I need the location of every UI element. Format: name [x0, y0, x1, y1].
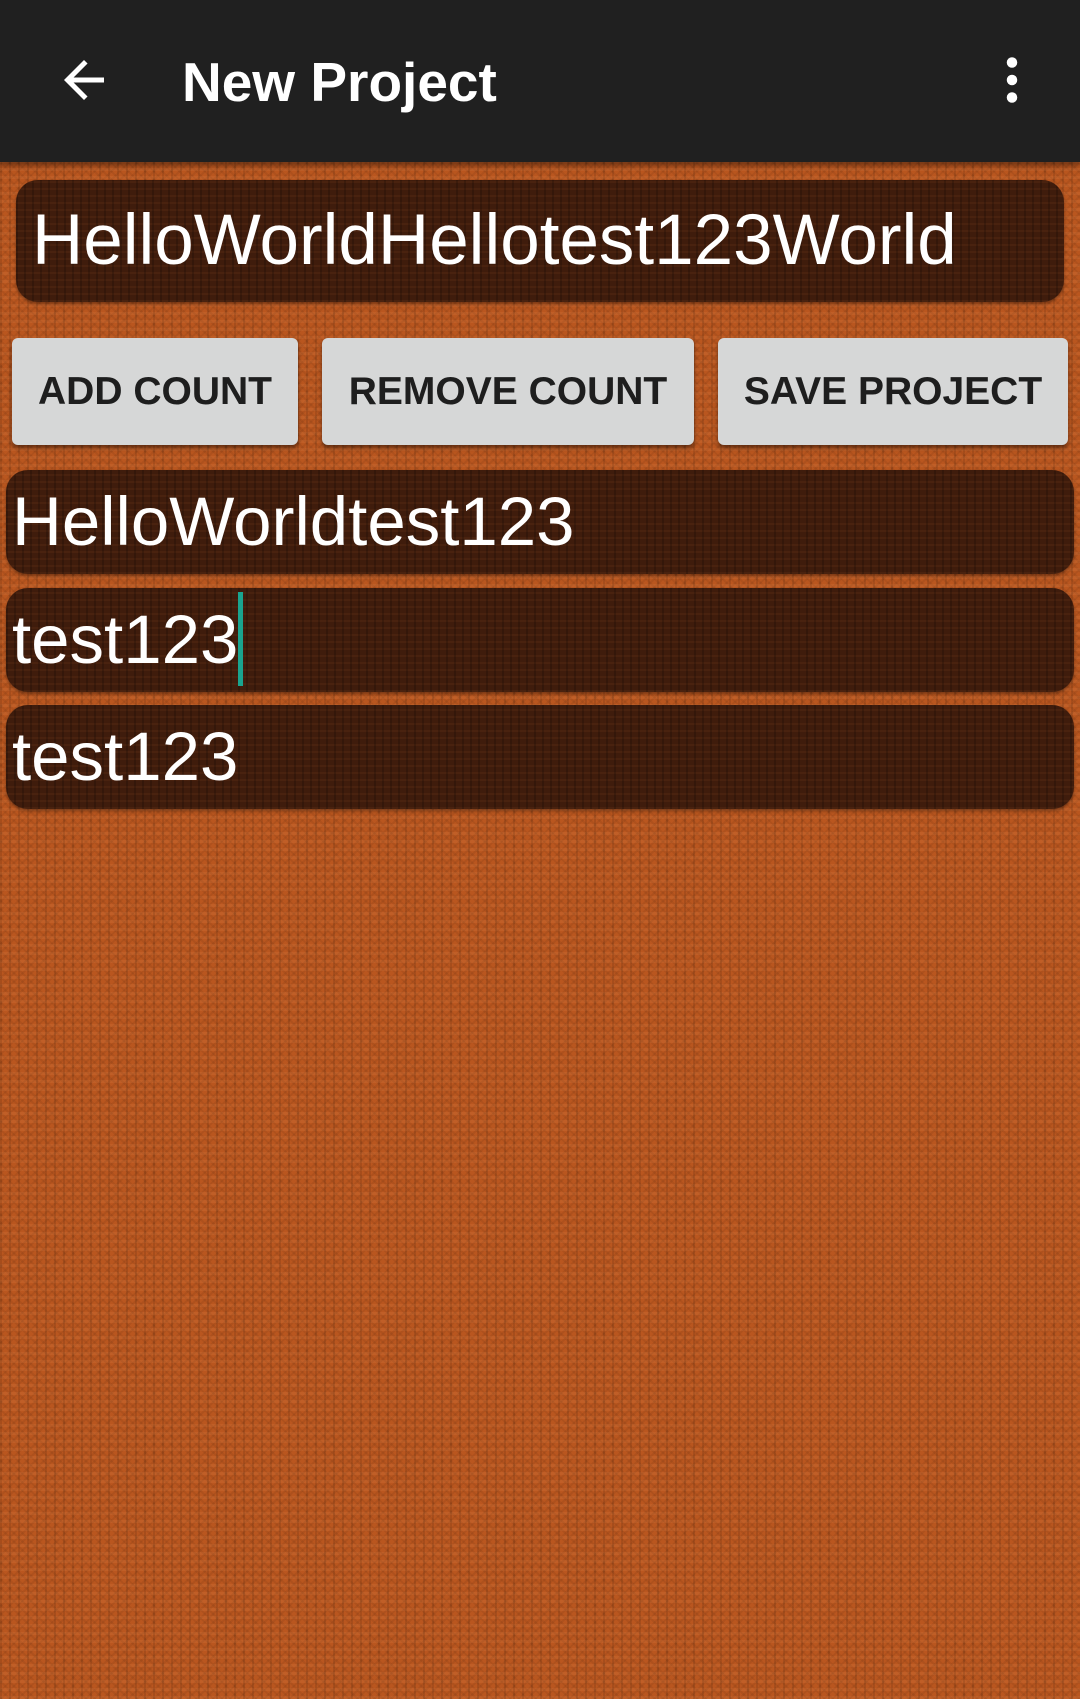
- count-field-text: test123: [12, 601, 239, 678]
- project-name-field[interactable]: HelloWorldHellotest123World: [16, 180, 1064, 302]
- count-field-2[interactable]: test123: [6, 588, 1074, 692]
- count-field-text: test123: [12, 718, 239, 795]
- more-vert-icon: [1006, 57, 1018, 103]
- back-button[interactable]: [44, 36, 124, 124]
- count-field-3[interactable]: test123: [6, 705, 1074, 809]
- add-count-button[interactable]: ADD COUNT: [12, 338, 298, 445]
- remove-count-button[interactable]: REMOVE COUNT: [322, 338, 694, 445]
- app-bar: New Project: [0, 0, 1080, 162]
- overflow-menu-button[interactable]: [972, 40, 1052, 120]
- arrow-back-icon: [64, 60, 104, 100]
- text-cursor: [238, 592, 244, 686]
- project-name-text: HelloWorldHellotest123World: [32, 201, 957, 280]
- count-field-text: HelloWorldtest123: [12, 483, 575, 560]
- save-project-button[interactable]: SAVE PROJECT: [718, 338, 1068, 445]
- page-title: New Project: [182, 51, 497, 113]
- count-field-1[interactable]: HelloWorldtest123: [6, 470, 1074, 574]
